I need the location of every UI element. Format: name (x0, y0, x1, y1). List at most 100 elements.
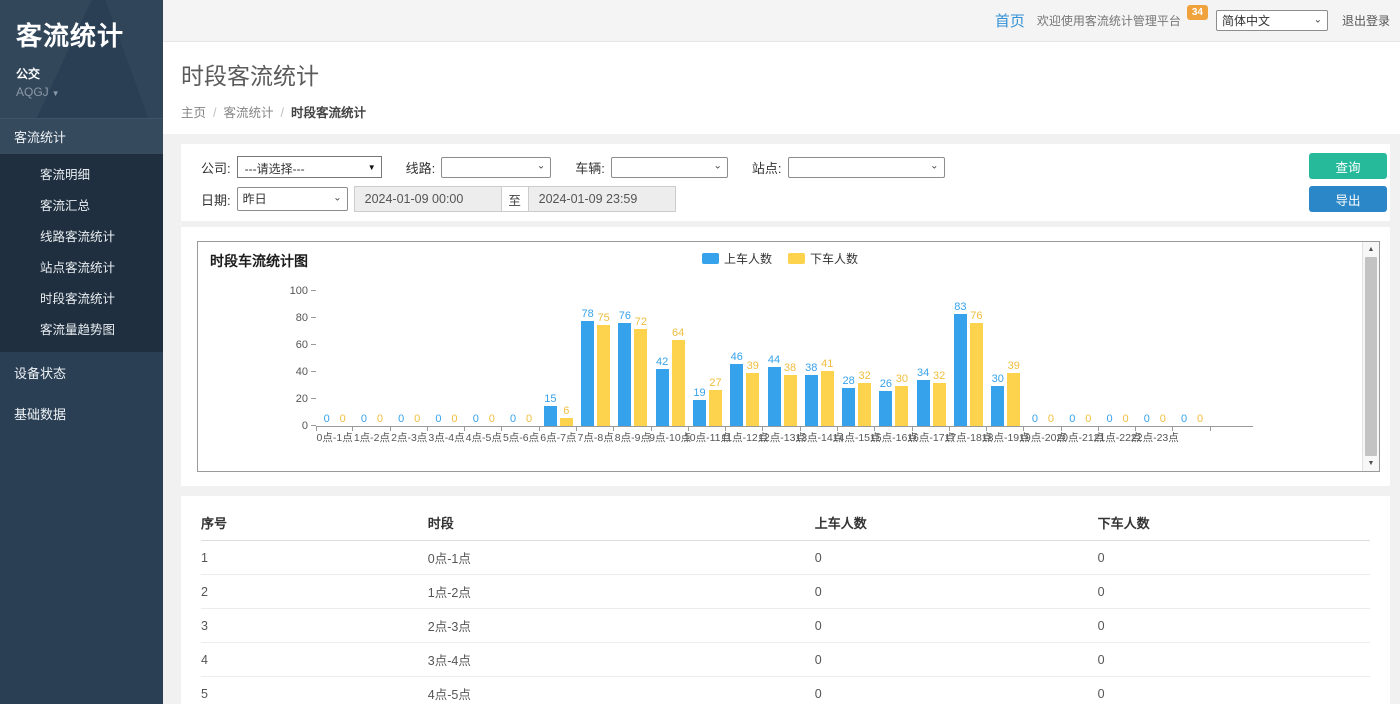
bar-column: 41 (821, 358, 834, 426)
date-to-input[interactable] (528, 186, 676, 212)
bar[interactable] (821, 371, 834, 426)
bar-column: 0 (411, 413, 424, 426)
export-button[interactable]: 导出 (1309, 186, 1387, 212)
notification-badge[interactable]: 34 (1187, 5, 1208, 20)
breadcrumb-parent[interactable]: 客流统计 (224, 106, 274, 120)
bar-value-label: 0 (1048, 413, 1054, 425)
y-tick-mark (311, 371, 316, 372)
bar[interactable] (709, 390, 722, 426)
header-alighting: 下车人数 (1098, 504, 1370, 541)
content: 公司: ---请选择--- ▼ 线路: ⌄ 车辆: ⌄ 站点: (163, 134, 1400, 704)
legend-item-alighting[interactable]: 下车人数 (788, 250, 858, 267)
home-link[interactable]: 首页 (995, 10, 1025, 31)
bar[interactable] (879, 391, 892, 426)
scroll-up-button[interactable]: ▲ (1363, 242, 1379, 257)
sidebar-section-device-status[interactable]: 设备状态 (0, 352, 163, 393)
bar[interactable] (746, 373, 759, 426)
bar-value-label: 0 (398, 413, 404, 425)
sidebar-subitem-4[interactable]: 时段客流统计 (0, 282, 163, 313)
table-cell: 0 (1098, 677, 1370, 704)
bar-column: 32 (933, 370, 946, 426)
chart-panel: 时段车流统计图 上车人数 下车人数 000点-1点001点-2点002点-3点0… (181, 227, 1390, 486)
table-row-5: 54点-5点00 (201, 677, 1370, 704)
scrollbar-thumb[interactable] (1365, 257, 1377, 456)
company-label: 公司: (201, 158, 231, 177)
table-cell: 0 (1098, 541, 1370, 575)
bar-column: 6 (560, 405, 573, 426)
bar[interactable] (656, 369, 669, 426)
table-cell: 0 (1098, 643, 1370, 677)
bar[interactable] (597, 325, 610, 426)
sidebar-subitem-2[interactable]: 线路客流统计 (0, 220, 163, 251)
bar[interactable] (895, 386, 908, 427)
y-tick-label: 60 (276, 339, 308, 351)
bar-column: 83 (954, 301, 967, 426)
bar-value-label: 0 (489, 413, 495, 425)
bar[interactable] (784, 375, 797, 426)
bar[interactable] (858, 383, 871, 426)
sidebar-section-passenger-stats[interactable]: 客流统计 (0, 118, 163, 154)
bar-group-1: 001点-2点 (353, 291, 390, 426)
bar-group-0: 000点-1点 (316, 291, 353, 426)
date-preset-select[interactable]: 昨日 (237, 187, 348, 211)
main-area: 首页 欢迎使用客流统计管理平台 34 简体中文 ⌄ 退出登录 时段客流统计 主页… (163, 0, 1400, 704)
sidebar-subitem-3[interactable]: 站点客流统计 (0, 251, 163, 282)
bar-group-8: 76728点-9点 (614, 291, 651, 426)
legend-item-boarding[interactable]: 上车人数 (702, 250, 772, 267)
date-label: 日期: (201, 190, 231, 209)
company-select[interactable]: ---请选择--- ▼ (237, 156, 382, 178)
date-range-group: 至 (354, 186, 676, 212)
sidebar-subitem-0[interactable]: 客流明细 (0, 158, 163, 189)
sidebar-subitem-1[interactable]: 客流汇总 (0, 189, 163, 220)
bar[interactable] (672, 340, 685, 426)
bar[interactable] (560, 418, 573, 426)
language-select[interactable]: 简体中文 (1216, 10, 1328, 31)
station-select[interactable] (788, 157, 945, 178)
bar[interactable] (730, 364, 743, 426)
bar-column: 34 (917, 367, 930, 426)
table-cell: 0 (1098, 575, 1370, 609)
bar-column: 0 (1103, 413, 1116, 426)
filter-panel: 公司: ---请选择--- ▼ 线路: ⌄ 车辆: ⌄ 站点: (181, 144, 1390, 221)
bar-value-label: 27 (709, 377, 721, 389)
bar-column: 0 (1178, 413, 1191, 426)
scroll-down-button[interactable]: ▼ (1363, 456, 1379, 471)
bar[interactable] (917, 380, 930, 426)
chart-scrollbar[interactable]: ▲ ▼ (1362, 242, 1379, 471)
logout-link[interactable]: 退出登录 (1342, 12, 1390, 29)
bar[interactable] (618, 323, 631, 426)
bar[interactable] (634, 329, 647, 426)
table-cell: 4 (201, 643, 428, 677)
header-period: 时段 (428, 504, 815, 541)
line-select[interactable] (441, 157, 551, 178)
sidebar-subitem-5[interactable]: 客流量趋势图 (0, 313, 163, 344)
bar[interactable] (544, 406, 557, 426)
bar[interactable] (970, 323, 983, 426)
y-tick-label: 80 (276, 312, 308, 324)
bar[interactable] (581, 321, 594, 426)
bar-value-label: 64 (672, 327, 684, 339)
bar-value-label: 0 (340, 413, 346, 425)
breadcrumb: 主页/客流统计/时段客流统计 (181, 102, 1382, 121)
bar[interactable] (933, 383, 946, 426)
sidebar-section-base-data[interactable]: 基础数据 (0, 393, 163, 434)
bar[interactable] (991, 386, 1004, 427)
bar[interactable] (805, 375, 818, 426)
sidebar-submenu: 客流明细客流汇总线路客流统计站点客流统计时段客流统计客流量趋势图 (0, 154, 163, 352)
bar[interactable] (954, 314, 967, 426)
bar[interactable] (693, 400, 706, 426)
bar[interactable] (1007, 373, 1020, 426)
query-button[interactable]: 查询 (1309, 153, 1387, 179)
vehicle-select[interactable] (611, 157, 728, 178)
bar[interactable] (842, 388, 855, 426)
breadcrumb-home[interactable]: 主页 (181, 106, 206, 120)
y-tick-label: 20 (276, 393, 308, 405)
chart-legend: 上车人数 下车人数 (198, 250, 1362, 267)
bar[interactable] (768, 367, 781, 426)
bar-value-label: 39 (747, 360, 759, 372)
org-code-dropdown[interactable]: AQGJ▼ (16, 85, 149, 99)
x-tick-label: 6点-7点 (540, 430, 576, 445)
bar-group-18: 303918点-19点 (987, 291, 1024, 426)
bar-value-label: 41 (821, 358, 833, 370)
date-from-input[interactable] (354, 186, 502, 212)
